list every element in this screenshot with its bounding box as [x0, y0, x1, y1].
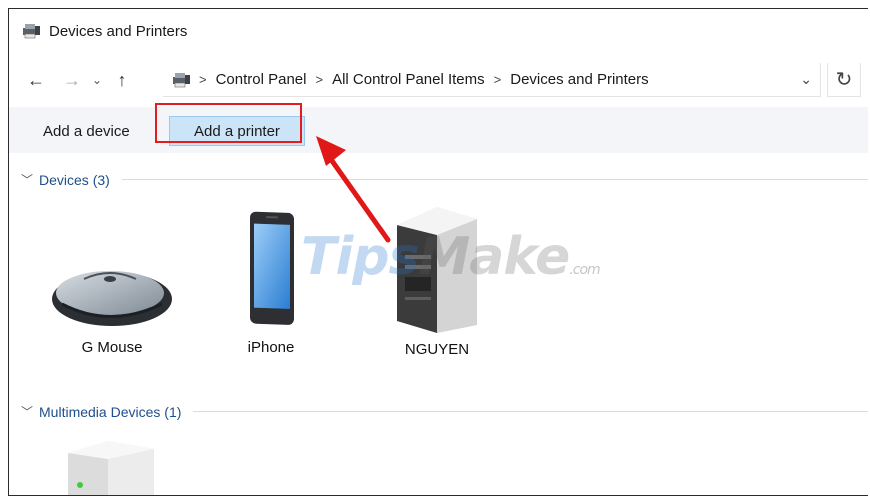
- device-nguyen[interactable]: NGUYEN: [377, 205, 497, 358]
- address-path[interactable]: > Control Panel > All Control Panel Item…: [163, 63, 821, 97]
- command-bar: Add a device Add a printer: [9, 107, 868, 153]
- group-header-multimedia[interactable]: ﹀ Multimedia Devices (1): [21, 403, 868, 420]
- title-bar: Devices and Printers: [9, 9, 868, 53]
- device-label: G Mouse: [81, 339, 143, 356]
- mouse-icon: [52, 271, 172, 326]
- device-label: iPhone: [247, 339, 295, 356]
- devices-printers-icon: [23, 24, 40, 39]
- devices-and-printers-window: Devices and Printers ← → ⌄ ↑ > Control P…: [8, 8, 868, 496]
- refresh-button[interactable]: ↻: [827, 63, 861, 97]
- highlight-box: [155, 103, 302, 143]
- device-label: NGUYEN: [404, 341, 470, 358]
- group-header-devices[interactable]: ﹀ Devices (3): [21, 171, 868, 188]
- back-button[interactable]: ←: [23, 65, 49, 95]
- up-button[interactable]: ↑: [109, 65, 135, 95]
- chevron-down-icon: ﹀: [21, 405, 34, 419]
- arrow-up-icon: ↑: [117, 69, 127, 90]
- breadcrumb-item[interactable]: Control Panel: [216, 71, 307, 88]
- chevron-right-icon[interactable]: >: [315, 72, 323, 87]
- arrow-right-icon: →: [63, 69, 81, 90]
- arrow-left-icon: ←: [27, 69, 45, 90]
- breadcrumb-item[interactable]: Devices and Printers: [510, 71, 648, 88]
- breadcrumb-item[interactable]: All Control Panel Items: [332, 71, 485, 88]
- add-device-button[interactable]: Add a device: [31, 116, 142, 146]
- address-bar: ← → ⌄ ↑ > Control Panel > All Control Pa…: [9, 59, 868, 101]
- device-iphone[interactable]: iPhone: [221, 209, 321, 356]
- recent-locations-button[interactable]: ⌄: [89, 65, 105, 95]
- refresh-icon: ↻: [835, 69, 853, 91]
- media-server-icon: [68, 441, 154, 495]
- phone-icon: [250, 211, 294, 325]
- device-g-mouse[interactable]: G Mouse: [47, 249, 177, 356]
- device-media-server[interactable]: [53, 439, 163, 495]
- group-title: Devices (3): [39, 171, 110, 188]
- computer-tower-icon: [397, 207, 477, 333]
- devices-printers-icon: [173, 72, 190, 87]
- forward-button[interactable]: →: [59, 65, 85, 95]
- address-dropdown-button[interactable]: ⌄: [800, 71, 812, 88]
- group-title: Multimedia Devices (1): [39, 403, 182, 420]
- chevron-down-icon: ⌄: [91, 73, 103, 87]
- chevron-right-icon: >: [199, 72, 207, 87]
- group-divider: [193, 411, 868, 412]
- chevron-right-icon[interactable]: >: [494, 72, 502, 87]
- window-title: Devices and Printers: [49, 22, 188, 40]
- group-divider: [121, 179, 868, 180]
- chevron-down-icon: ﹀: [21, 173, 34, 187]
